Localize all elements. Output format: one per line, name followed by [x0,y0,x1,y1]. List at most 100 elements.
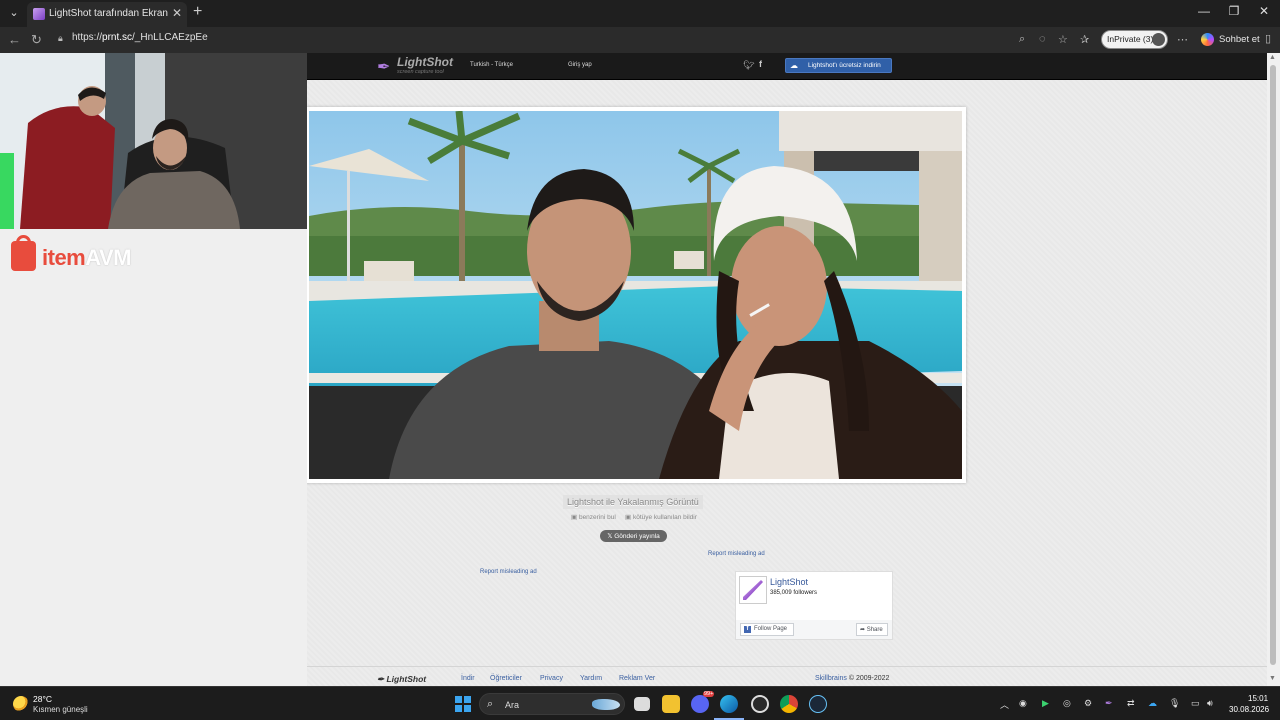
discord-icon[interactable] [691,695,709,713]
inprivate-avatar-icon [1152,33,1165,46]
play-tray-icon[interactable]: ▶ [1042,698,1049,709]
scroll-thumb[interactable] [1270,65,1276,665]
footer-logo-text: LightShot [386,674,427,684]
chrome-icon[interactable] [780,695,798,713]
taskbar-search[interactable]: ⌕ Ara [479,693,625,715]
inprivate-label: InPrivate (3) [1107,34,1154,44]
footer-link-advertise[interactable]: Reklam Ver [619,675,655,682]
windows-start-icon[interactable] [455,696,471,712]
footer-link-download[interactable]: İndir [461,675,475,682]
sponsor-brand-avm: AVM [85,245,132,270]
tab-lightshot[interactable]: LightShot tarafından Ekran Görüntü ✕ [27,2,187,27]
fb-follow-button[interactable]: f Follow Page [740,623,794,636]
new-tab-icon[interactable]: + [193,3,202,21]
search-icon: ⌕ [487,698,494,710]
skillbrains-link[interactable]: Skillbrains [815,675,847,682]
clock-date[interactable]: 30.08.2026 [1229,705,1269,714]
task-view-icon[interactable] [634,697,650,711]
tab-actions-menu-icon[interactable]: ⌄ [4,4,24,23]
report-misleading-ad-link[interactable]: Report misleading ad [480,569,537,575]
favorites-icon[interactable]: ✰ [1080,33,1089,46]
shopping-bag-icon [11,241,36,271]
tweet-button[interactable]: 𝕏 Gönderi yayınla [600,530,667,542]
display-icon[interactable]: ▭ [1191,698,1200,709]
obs-tray-icon[interactable]: ◎ [1063,698,1071,709]
close-tab-icon[interactable]: ✕ [172,6,182,20]
search-highlight-icon [592,699,620,710]
twitter-icon[interactable]: 🐦︎ [743,60,754,71]
tracking-prevention-icon[interactable]: ◌ [1039,33,1046,45]
facebook-icon: f [744,626,751,633]
show-hidden-icons-icon[interactable]: ︿ [1000,698,1009,711]
lightshot-tray-icon[interactable]: ✒ [1105,698,1113,709]
clock-time[interactable]: 15:01 [1248,694,1268,703]
copyright-years: © 2009-2022 [846,675,890,682]
language-selector[interactable]: Turkish - Türkçe [470,62,513,68]
weather-tray-icon[interactable]: ☁ [1148,698,1157,709]
download-button[interactable]: ☁ Lightshot'ı ücretsiz indirin [785,58,892,73]
footer-logo[interactable]: ✒ LightShot [377,674,426,685]
minimize-icon[interactable]: — [1192,4,1216,18]
url-path: /_HnLLCAEzpEe [132,32,208,43]
zoom-icon[interactable]: ⌕ [1019,33,1025,46]
url-text[interactable]: https://prnt.sc/_HnLLCAEzpEe [72,32,208,43]
edge-icon[interactable] [720,695,738,713]
feather-logo-icon [743,580,763,600]
fb-page-avatar[interactable] [739,576,767,604]
login-link[interactable]: Giriş yap [568,62,592,68]
volume-icon[interactable]: 🔊︎ [1207,698,1213,709]
steam-tray-icon[interactable]: ⚙ [1084,698,1092,709]
tweet-label: 𝕏 Gönderi yayınla [607,533,660,540]
footer-link-tutorials[interactable]: Öğreticiler [490,675,522,682]
scroll-down-icon[interactable]: ▼ [1269,675,1276,682]
url-scheme: https:// [72,32,103,43]
lightshot-favicon-icon [33,8,45,20]
screenshot-frame [305,107,966,483]
footer-copyright: Skillbrains © 2009-2022 [815,675,889,682]
footer-link-help[interactable]: Yardım [580,675,602,682]
facebook-page-widget: LightShot 385,009 followers f Follow Pag… [735,571,893,640]
obs-icon[interactable] [751,695,769,713]
copilot-icon[interactable] [1201,33,1214,46]
more-icon[interactable]: ⋯ [1177,33,1188,46]
feather-logo-icon[interactable]: ✒ [377,57,390,77]
file-explorer-icon[interactable] [662,695,680,713]
webcam-feed [0,53,307,229]
maximize-icon[interactable]: ❐ [1222,4,1246,18]
report-abuse-label: kötüye kullanılan bildir [632,514,697,521]
url-host: prnt.sc [102,32,133,43]
search-label: Ara [505,700,520,710]
window-close-icon[interactable]: ✕ [1252,4,1276,18]
weather-sun-icon[interactable] [13,696,29,712]
steam-icon[interactable] [809,695,827,713]
discord-tray-icon[interactable]: ◉ [1019,698,1027,709]
tab-title: LightShot tarafından Ekran Görüntü [49,8,169,19]
network-tray-icon[interactable]: ⇄ [1127,698,1135,709]
fb-share-button[interactable]: ➦ Share [856,623,888,636]
report-misleading-ad-link[interactable]: Report misleading ad [708,551,765,557]
sponsor-panel: itemAVM [0,229,307,686]
refresh-icon[interactable]: ↻ [31,32,42,48]
microphone-icon[interactable]: 🎙︎ [1169,698,1180,709]
back-icon[interactable]: ← [8,32,21,47]
lightshot-logo[interactable]: LightShot [397,55,453,69]
fb-followers-count: 385,009 followers [770,590,818,596]
page-scrollbar[interactable]: ▲ ▼ [1267,53,1280,686]
footer-link-privacy[interactable]: Privacy [540,675,563,682]
address-toolbar: ← ↻ 🔒︎ https://prnt.sc/_HnLLCAEzpEe ⌕ ◌ … [0,27,1280,53]
favorite-star-icon[interactable]: ☆ [1058,33,1068,46]
screenshot-image[interactable] [309,111,962,479]
inprivate-button[interactable]: InPrivate (3) [1101,30,1168,49]
weather-temperature[interactable]: 28°C [33,694,52,704]
facebook-icon[interactable]: f [759,59,762,69]
weather-description[interactable]: Kısmen güneşli [33,705,88,714]
fb-page-name[interactable]: LightShot [770,577,808,587]
sidebar-icon[interactable]: ▯ [1265,32,1271,45]
scroll-up-icon[interactable]: ▲ [1269,54,1276,61]
sponsor-brand-item: item [42,245,86,270]
windows-taskbar: 28°C Kısmen güneşli ⌕ Ara 99+ ︿ ◉ ▶ ◎ ⚙ … [0,686,1280,720]
find-similar-link[interactable]: ▣ benzerini bul [571,513,616,521]
copilot-label[interactable]: Sohbet et [1219,34,1260,45]
report-abuse-link[interactable]: ▣ kötüye kullanılan bildir [625,513,697,521]
lock-icon[interactable]: 🔒︎ [58,33,63,44]
